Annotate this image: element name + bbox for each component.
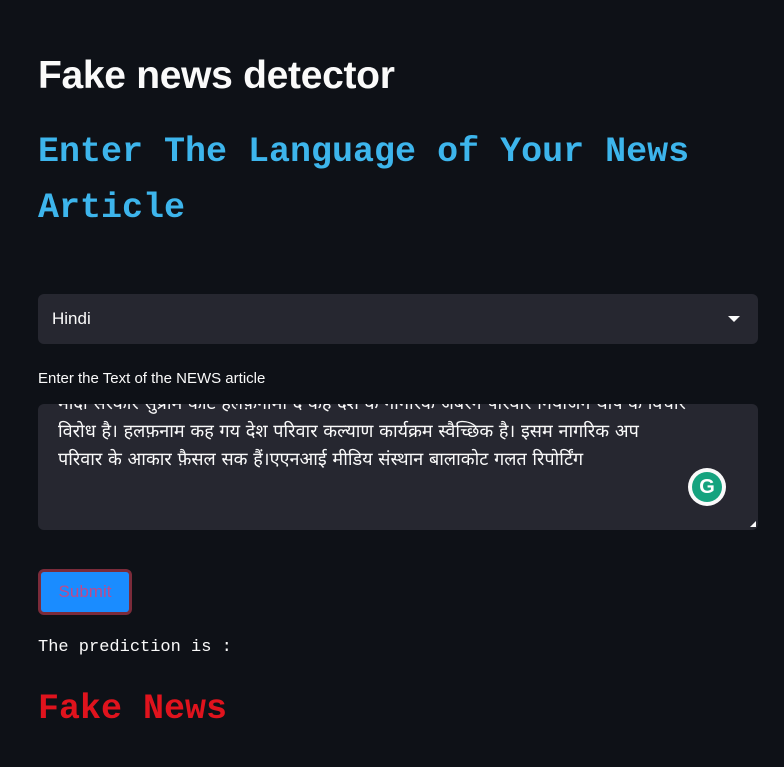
app-page: Fake news detector Enter The Language of… <box>0 0 784 767</box>
language-select[interactable]: Hindi <box>38 294 758 344</box>
article-text-value[interactable]: मोदी सरकार सुप्रीम कोर्ट हलफ़नामा दे कह … <box>58 404 688 474</box>
article-text-area[interactable]: मोदी सरकार सुप्रीम कोर्ट हलफ़नामा दे कह … <box>38 404 758 530</box>
language-heading: Enter The Language of Your News Article <box>38 132 690 228</box>
chevron-down-icon[interactable] <box>728 316 740 322</box>
grammarly-glyph: G <box>692 472 722 502</box>
language-select-value: Hindi <box>52 309 91 328</box>
grammarly-icon[interactable]: G <box>688 468 726 506</box>
page-title: Fake news detector <box>38 54 395 97</box>
submit-button[interactable]: Submit <box>38 569 132 615</box>
prediction-result: Fake News <box>38 689 228 729</box>
resize-handle-icon[interactable] <box>750 521 756 527</box>
article-input-label: Enter the Text of the NEWS article <box>38 370 266 387</box>
prediction-label: The prediction is : <box>38 638 232 657</box>
